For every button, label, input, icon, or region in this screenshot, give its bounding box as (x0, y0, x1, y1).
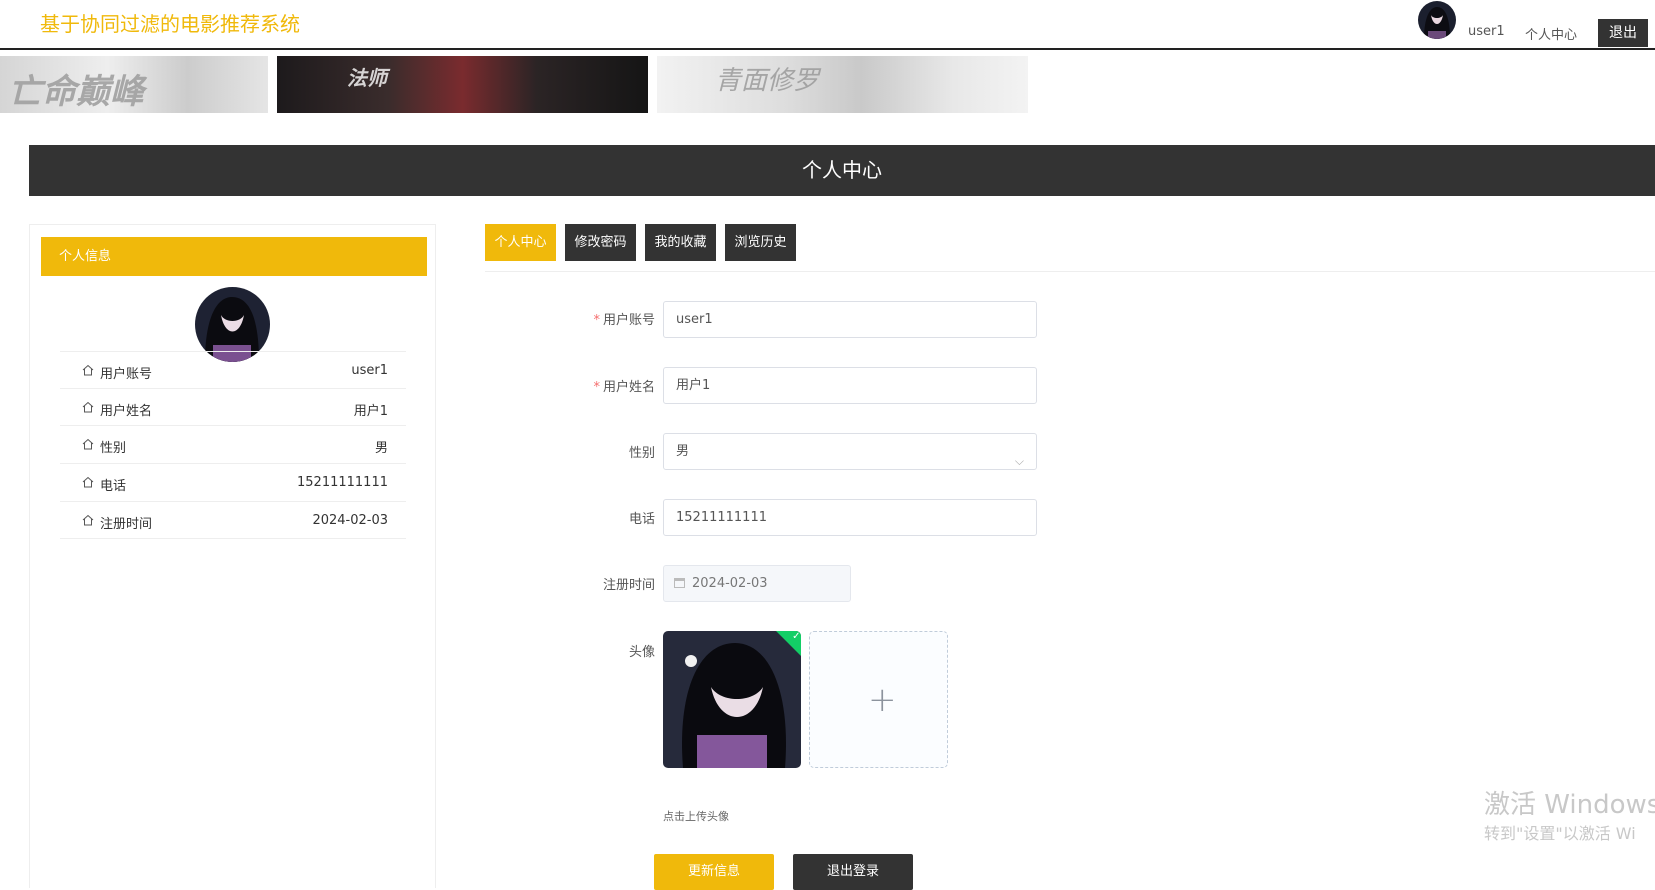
profile-row-gender: 性别 男 (60, 425, 406, 463)
avatar-label: 头像 (628, 645, 655, 660)
tab-my-favorites[interactable]: 我的收藏 (645, 224, 716, 261)
profile-row-label: 用户账号 (100, 367, 153, 382)
required-mark: * (593, 380, 600, 395)
profile-row-account: 用户账号 user1 (60, 351, 406, 389)
tab-personal-center[interactable]: 个人中心 (485, 224, 556, 261)
uploaded-avatar-thumbnail[interactable]: ✓ (663, 631, 801, 768)
avatar-image (1418, 1, 1456, 39)
windows-activation-watermark: 激活 Windows (1484, 790, 1655, 820)
tab-browse-history[interactable]: 浏览历史 (725, 224, 796, 261)
user-avatar[interactable] (1418, 1, 1456, 39)
banner-image-3[interactable]: 青面修罗 (657, 56, 1028, 113)
gender-label: 性别 (628, 446, 655, 461)
profile-card: 个人信息 用户账号 user1 用户姓名 用户1 性别 男 电话 1521111… (29, 224, 436, 888)
upload-hint: 点击上传头像 (663, 810, 729, 823)
avatar-image (663, 631, 801, 768)
plus-icon: + (868, 680, 897, 720)
logout-button[interactable]: 退出 (1598, 19, 1648, 47)
check-icon: ✓ (792, 631, 801, 642)
profile-row-label: 电话 (100, 479, 127, 494)
profile-row-label: 用户姓名 (100, 404, 153, 419)
personal-center-link[interactable]: 个人中心 (1525, 24, 1577, 43)
home-icon (82, 476, 94, 488)
account-input[interactable]: user1 (663, 301, 1037, 338)
banner-image-2[interactable]: 法师 (277, 56, 648, 113)
register-time-value: 2024-02-03 (692, 576, 768, 591)
divider (485, 271, 1655, 272)
avatar-upload-button[interactable]: + (809, 631, 948, 768)
site-title[interactable]: 基于协同过滤的电影推荐系统 (40, 8, 300, 37)
profile-row-value: 15211111111 (297, 475, 388, 490)
banner-title: 亡命巅峰 (8, 72, 144, 112)
profile-row-register-time: 注册时间 2024-02-03 (60, 501, 406, 539)
profile-row-label: 注册时间 (100, 517, 153, 532)
home-icon (82, 438, 94, 450)
home-icon (82, 364, 94, 376)
update-info-button[interactable]: 更新信息 (654, 854, 774, 890)
profile-row-label: 性别 (100, 441, 127, 456)
name-label: * 用户姓名 (535, 376, 655, 395)
profile-card-title: 个人信息 (41, 237, 427, 276)
home-icon (82, 401, 94, 413)
logout-account-button[interactable]: 退出登录 (793, 854, 913, 890)
profile-row-value: 男 (374, 441, 388, 456)
gender-select[interactable]: 男 ⌵ (663, 433, 1037, 470)
account-label-text: 用户账号 (602, 313, 655, 328)
profile-row-value: 2024-02-03 (312, 513, 388, 528)
name-input[interactable]: 用户1 (663, 367, 1037, 404)
banner-title: 法师 (347, 66, 387, 90)
account-label: * 用户账号 (535, 309, 655, 328)
phone-label: 电话 (628, 512, 655, 527)
chevron-down-icon[interactable]: ⌵ (1015, 444, 1024, 479)
home-icon (82, 514, 94, 526)
windows-activation-subtext: 转到"设置"以激活 Wi (1484, 824, 1636, 843)
top-username[interactable]: user1 (1468, 24, 1505, 39)
register-time-input: 2024-02-03 (663, 565, 851, 602)
banner-image-1[interactable]: 亡命巅峰 (0, 56, 268, 113)
name-label-text: 用户姓名 (602, 380, 655, 395)
required-mark: * (593, 313, 600, 328)
gender-select-value: 男 (676, 444, 690, 459)
banner-title: 青面修罗 (715, 66, 820, 96)
profile-row-value: 用户1 (353, 404, 388, 419)
calendar-icon (674, 578, 685, 588)
profile-row-phone: 电话 15211111111 (60, 463, 406, 501)
profile-row-name: 用户姓名 用户1 (60, 388, 406, 426)
register-time-label: 注册时间 (602, 578, 655, 593)
profile-row-value: user1 (351, 363, 388, 378)
phone-input[interactable]: 15211111111 (663, 499, 1037, 536)
top-navbar: 基于协同过滤的电影推荐系统 user1 个人中心 退出 (0, 0, 1655, 50)
tab-change-password[interactable]: 修改密码 (565, 224, 636, 261)
divider (60, 538, 406, 539)
page-title: 个人中心 (29, 145, 1655, 196)
